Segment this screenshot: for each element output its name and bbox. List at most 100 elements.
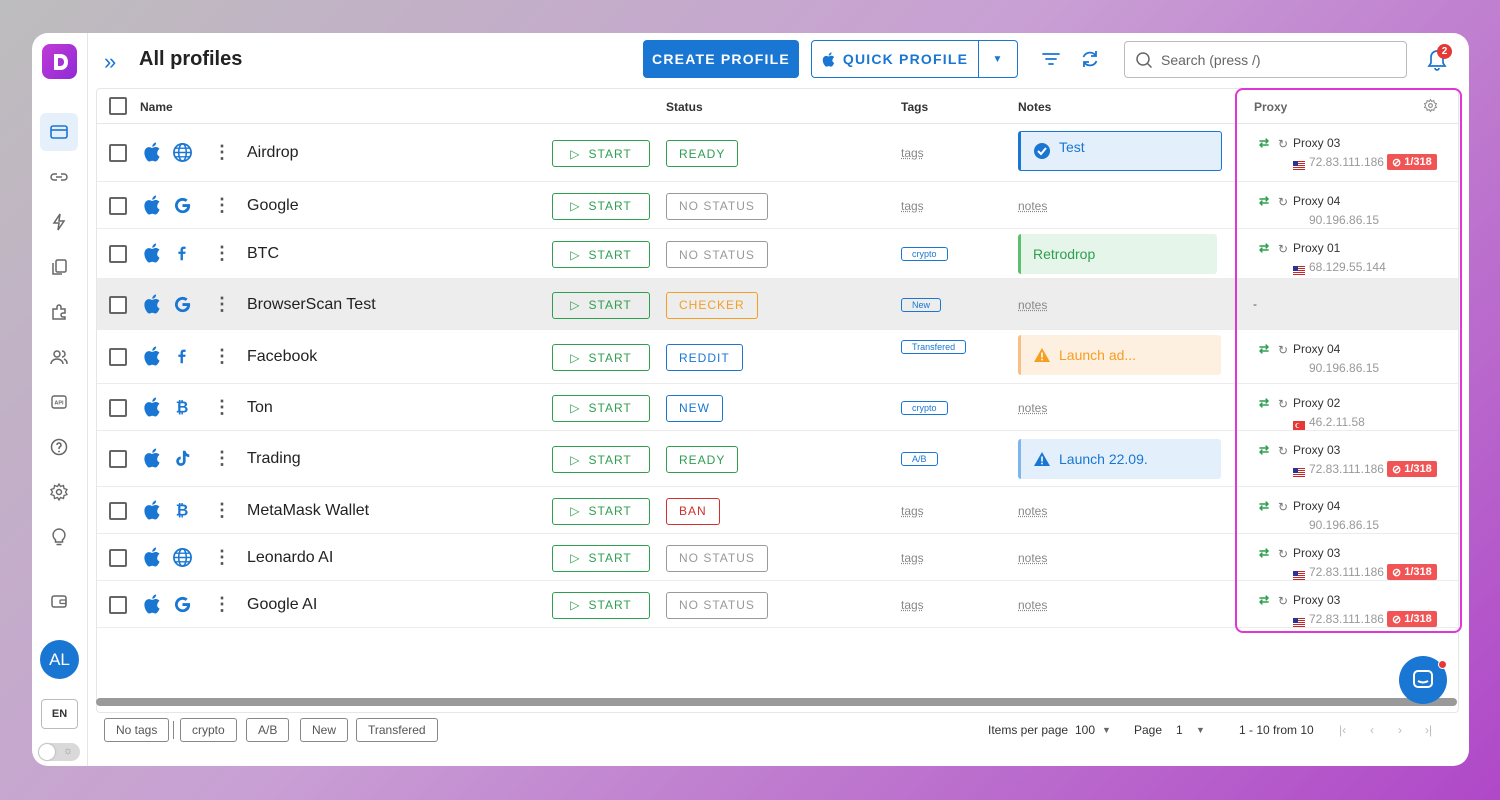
sidebar-item-extensions[interactable]: [40, 293, 78, 331]
sidebar-item-settings[interactable]: [40, 473, 78, 511]
status-badge[interactable]: NO STATUS: [666, 591, 768, 619]
note-card[interactable]: Retrodrop: [1018, 234, 1217, 274]
row-checkbox[interactable]: [109, 501, 127, 520]
quick-profile-main[interactable]: QUICK PROFILE: [812, 41, 979, 77]
more-options-icon[interactable]: ⋮: [213, 501, 231, 519]
tag-chip[interactable]: New: [901, 297, 942, 312]
tags-placeholder[interactable]: tags: [901, 598, 924, 612]
select-all-checkbox[interactable]: [109, 97, 127, 115]
search-box[interactable]: [1124, 41, 1407, 78]
start-button[interactable]: ▷ START: [552, 344, 650, 371]
status-badge[interactable]: NEW: [666, 394, 723, 422]
table-row[interactable]: ⋮ Airdrop ▷ START READY tags Test ⇄ ↻ Proxy 03 72.…: [97, 124, 1458, 182]
refresh-icon[interactable]: ↻: [1278, 195, 1288, 209]
start-button[interactable]: ▷ START: [552, 192, 650, 220]
profile-name[interactable]: Google: [247, 197, 299, 215]
start-button[interactable]: ▷ START: [552, 291, 650, 319]
row-checkbox[interactable]: [109, 595, 127, 614]
more-options-icon[interactable]: ⋮: [213, 548, 231, 566]
items-per-page-select[interactable]: 100: [1075, 723, 1095, 737]
profile-name[interactable]: BrowserScan Test: [247, 296, 376, 314]
swap-icon[interactable]: ⇄: [1259, 136, 1269, 150]
expand-sidebar-icon[interactable]: »: [104, 49, 116, 75]
tag-chip[interactable]: crypto: [901, 400, 948, 415]
quick-profile-dropdown[interactable]: ▼: [979, 54, 1017, 65]
header-status[interactable]: Status: [666, 100, 703, 114]
start-button[interactable]: ▷ START: [552, 497, 650, 525]
caret-down-icon[interactable]: ▼: [1196, 725, 1205, 735]
swap-icon[interactable]: ⇄: [1259, 194, 1269, 208]
note-card[interactable]: Launch ad...: [1018, 335, 1221, 375]
language-switch[interactable]: EN: [41, 699, 78, 729]
proxy-cell[interactable]: ⇄ ↻ Proxy 04 90.196.86.15: [1245, 330, 1455, 384]
prev-page-icon[interactable]: ‹: [1370, 723, 1374, 737]
profile-name[interactable]: BTC: [247, 245, 279, 263]
table-row[interactable]: ⋮ BTC ▷ START NO STATUS crypto Retrodrop ⇄ ↻ Prox…: [97, 229, 1458, 279]
table-row[interactable]: ⋮ Google ▷ START NO STATUS tags notes ⇄ ↻ Proxy 0…: [97, 182, 1458, 229]
notes-placeholder[interactable]: notes: [1018, 598, 1047, 612]
filter-tag-crypto[interactable]: crypto: [180, 718, 237, 742]
sidebar-item-wallet[interactable]: [40, 582, 78, 620]
filter-tag-no-tags[interactable]: No tags: [104, 718, 170, 742]
notes-placeholder[interactable]: notes: [1018, 401, 1047, 415]
caret-down-icon[interactable]: ▼: [1102, 725, 1111, 735]
notes-placeholder[interactable]: notes: [1018, 551, 1047, 565]
more-options-icon[interactable]: ⋮: [213, 347, 231, 365]
refresh-icon[interactable]: ↻: [1278, 547, 1288, 561]
proxy-cell[interactable]: ⇄ ↻ Proxy 03 72.83.111.186 ⊘ 1/318: [1245, 534, 1455, 581]
column-settings-icon[interactable]: [1423, 98, 1438, 113]
tags-placeholder[interactable]: tags: [901, 551, 924, 565]
row-checkbox[interactable]: [109, 196, 127, 215]
more-options-icon[interactable]: ⋮: [213, 244, 231, 262]
note-card[interactable]: Launch 22.09.: [1018, 439, 1221, 479]
more-options-icon[interactable]: ⋮: [213, 196, 231, 214]
refresh-icon[interactable]: ↻: [1278, 397, 1288, 411]
status-badge[interactable]: BAN: [666, 497, 720, 525]
sidebar-item-api[interactable]: API: [40, 383, 78, 421]
refresh-icon[interactable]: ↻: [1278, 444, 1288, 458]
refresh-icon[interactable]: ↻: [1278, 594, 1288, 608]
swap-icon[interactable]: ⇄: [1259, 499, 1269, 513]
profile-name[interactable]: Trading: [247, 450, 301, 468]
notes-placeholder[interactable]: notes: [1018, 504, 1047, 518]
sidebar-item-team[interactable]: [40, 338, 78, 376]
horizontal-scrollbar[interactable]: [96, 698, 1457, 706]
tags-placeholder[interactable]: tags: [901, 146, 924, 160]
header-name[interactable]: Name: [140, 100, 173, 114]
row-checkbox[interactable]: [109, 450, 127, 468]
filter-tag-new[interactable]: New: [300, 718, 349, 742]
profile-name[interactable]: Airdrop: [247, 144, 299, 162]
proxy-cell[interactable]: ⇄ ↻ Proxy 02 46.2.11.58: [1245, 384, 1455, 431]
sidebar-item-copy[interactable]: [40, 248, 78, 286]
proxy-cell[interactable]: ⇄ ↻ Proxy 03 72.83.111.186 ⊘ 1/318: [1245, 124, 1455, 182]
refresh-icon[interactable]: ↻: [1278, 343, 1288, 357]
status-badge[interactable]: NO STATUS: [666, 544, 768, 572]
profile-name[interactable]: Leonardo AI: [247, 549, 333, 567]
header-notes[interactable]: Notes: [1018, 100, 1051, 114]
table-row[interactable]: ⋮ Facebook ▷ START REDDIT Transfered Launch ad…: [97, 330, 1458, 384]
proxy-cell[interactable]: ⇄ ↻ Proxy 04 90.196.86.15: [1245, 182, 1455, 229]
search-input[interactable]: [1161, 51, 1391, 68]
status-badge[interactable]: NO STATUS: [666, 192, 768, 220]
swap-icon[interactable]: ⇄: [1259, 396, 1269, 410]
proxy-cell[interactable]: ⇄ ↻ Proxy 03 72.83.111.186 ⊘ 1/318: [1245, 431, 1455, 487]
sidebar-item-profiles[interactable]: [40, 113, 78, 151]
theme-toggle[interactable]: ☼: [38, 743, 80, 761]
more-options-icon[interactable]: ⋮: [213, 449, 231, 467]
status-badge[interactable]: CHECKER: [666, 291, 758, 319]
status-badge[interactable]: NO STATUS: [666, 241, 768, 268]
profile-name[interactable]: Ton: [247, 399, 273, 417]
app-logo[interactable]: [42, 44, 77, 79]
sidebar-item-ideas[interactable]: [40, 518, 78, 556]
more-options-icon[interactable]: ⋮: [213, 398, 231, 416]
row-checkbox[interactable]: [109, 144, 127, 162]
row-checkbox[interactable]: [109, 548, 127, 567]
next-page-icon[interactable]: ›: [1398, 723, 1402, 737]
refresh-icon[interactable]: ↻: [1278, 242, 1288, 256]
create-profile-button[interactable]: CREATE PROFILE: [643, 40, 799, 78]
swap-icon[interactable]: ⇄: [1259, 546, 1269, 560]
more-options-icon[interactable]: ⋮: [213, 143, 231, 161]
page-select[interactable]: 1: [1176, 723, 1183, 737]
tags-placeholder[interactable]: tags: [901, 199, 924, 213]
row-checkbox[interactable]: [109, 398, 127, 417]
